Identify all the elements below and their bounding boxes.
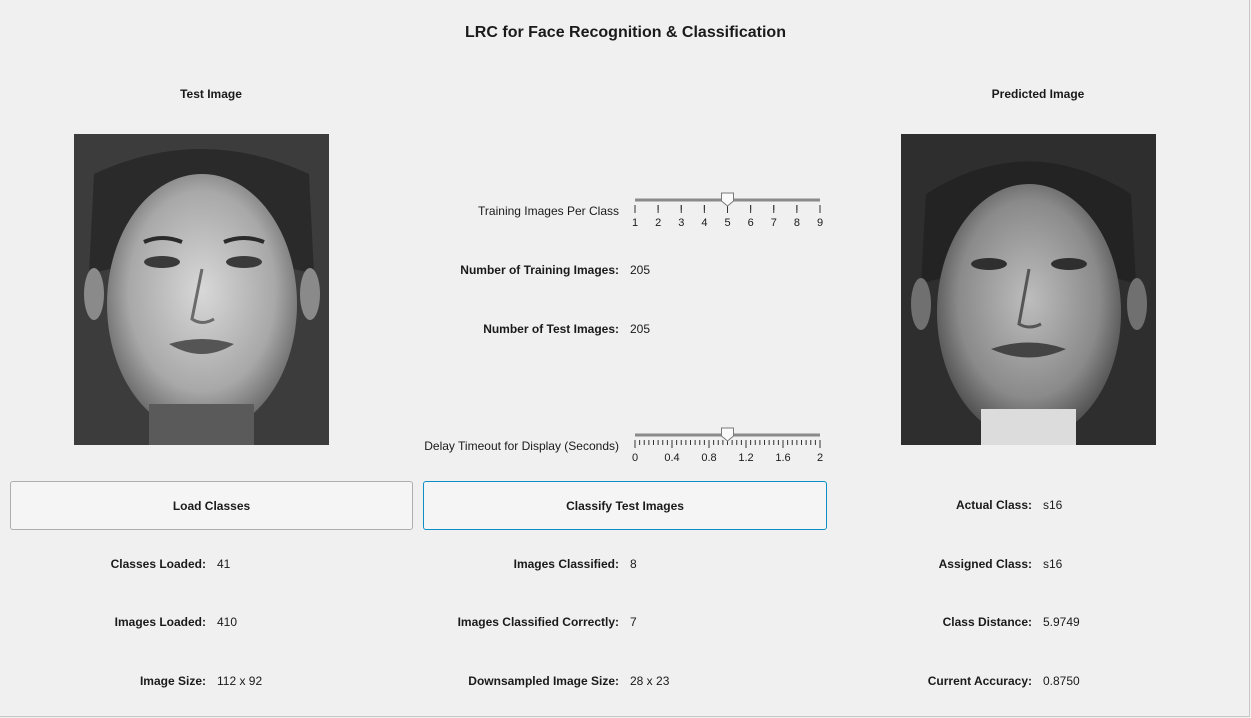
slider-tick-label: 1.6 [775, 452, 791, 464]
classes-loaded-value: 41 [217, 557, 231, 571]
slider-tick-label: 4 [701, 217, 708, 229]
test-image [74, 134, 329, 445]
slider-tick-label: 0.4 [664, 452, 680, 464]
assigned-class-value: s16 [1043, 557, 1063, 571]
slider-tick-label: 6 [747, 217, 754, 229]
predicted-image-title: Predicted Image [991, 87, 1085, 101]
current-accuracy-value: 0.8750 [1043, 674, 1080, 688]
training-images-label: Number of Training Images: [460, 263, 619, 277]
app-title: LRC for Face Recognition & Classificatio… [465, 24, 786, 41]
assigned-class-label: Assigned Class: [938, 557, 1032, 571]
slider-tick-label: 2 [816, 452, 824, 464]
delay-slider[interactable]: 0 0.4 0.8 1.2 1.6 2 [631, 426, 824, 466]
slider-tick-label: 2 [655, 217, 662, 229]
training-slider[interactable]: 1 2 3 4 5 6 7 8 9 [631, 191, 824, 231]
training-images-value: 205 [630, 263, 651, 277]
predicted-image [901, 134, 1156, 445]
test-image-title: Test Image [180, 87, 242, 101]
delay-slider-track [634, 427, 821, 448]
slider-tick-label: 5 [724, 217, 731, 229]
class-distance-value: 5.9749 [1043, 615, 1080, 629]
slider-tick-label: 9 [816, 217, 824, 229]
slider-tick-label: 0 [631, 452, 639, 464]
images-loaded-label: Images Loaded: [114, 615, 206, 629]
training-slider-label: Training Images Per Class [478, 204, 619, 218]
actual-class-label: Actual Class: [955, 498, 1032, 512]
test-images-label: Number of Test Images: [483, 322, 619, 336]
slider-tick-label: 1 [631, 217, 639, 229]
classes-loaded-label: Classes Loaded: [110, 557, 206, 571]
load-classes-button[interactable]: Load Classes [10, 481, 413, 530]
test-images-value: 205 [630, 322, 651, 336]
actual-class-value: s16 [1043, 498, 1063, 512]
image-size-value: 112 x 92 [217, 674, 263, 688]
downsampled-size-value: 28 x 23 [630, 674, 670, 688]
current-accuracy-label: Current Accuracy: [927, 674, 1032, 688]
slider-tick-label: 3 [678, 217, 685, 229]
delay-slider-thumb[interactable] [721, 427, 734, 442]
slider-tick-label: 7 [770, 217, 777, 229]
training-slider-thumb[interactable] [721, 192, 734, 207]
images-classified-correctly-value: 7 [630, 615, 637, 629]
test-face-image [74, 134, 329, 445]
slider-tick-label: 1.2 [738, 452, 754, 464]
slider-tick-label: 0.8 [701, 452, 717, 464]
training-slider-tick-labels: 1 2 3 4 5 6 7 8 9 [631, 217, 824, 231]
downsampled-size-label: Downsampled Image Size: [468, 674, 619, 688]
images-loaded-value: 410 [217, 615, 238, 629]
delay-slider-tick-labels: 0 0.4 0.8 1.2 1.6 2 [631, 452, 824, 466]
image-size-label: Image Size: [139, 674, 206, 688]
images-classified-label: Images Classified: [513, 557, 619, 571]
class-distance-label: Class Distance: [942, 615, 1032, 629]
images-classified-correctly-label: Images Classified Correctly: [457, 615, 619, 629]
predicted-face-image [901, 134, 1156, 445]
classify-test-images-button[interactable]: Classify Test Images [423, 481, 827, 530]
images-classified-value: 8 [630, 557, 637, 571]
delay-slider-label: Delay Timeout for Display (Seconds) [424, 439, 619, 453]
training-slider-track [634, 192, 821, 213]
slider-tick-label: 8 [793, 217, 800, 229]
